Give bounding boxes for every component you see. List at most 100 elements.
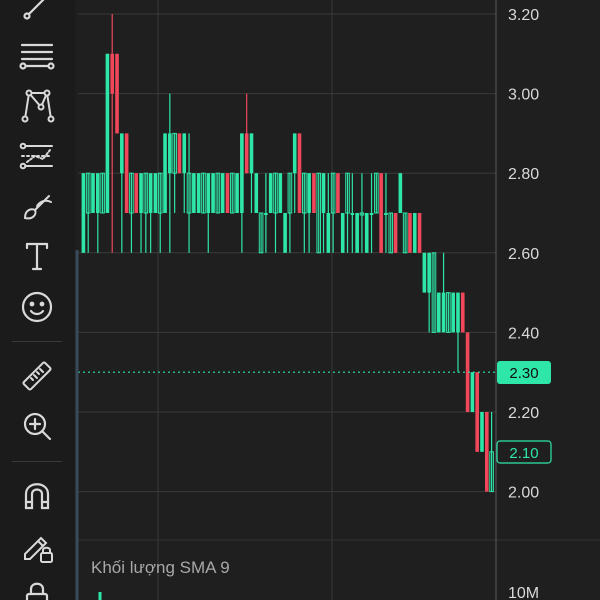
candle-body xyxy=(470,372,475,412)
candle xyxy=(278,173,283,213)
price-chart[interactable]: 3.20 3.00 2.80 2.60 2.40 2.20 2.00 2.30 2.10 1… xyxy=(0,0,600,600)
candle xyxy=(177,133,182,174)
trend-line-tool[interactable] xyxy=(12,0,62,26)
candle xyxy=(460,292,465,333)
candle-body xyxy=(350,213,355,215)
candle-body xyxy=(384,213,388,215)
candle xyxy=(355,213,359,253)
candle xyxy=(422,252,427,293)
candle xyxy=(441,252,446,333)
candle-body xyxy=(393,213,398,253)
candle xyxy=(240,133,244,253)
candle xyxy=(427,252,431,333)
candle xyxy=(105,53,110,213)
candle-body xyxy=(292,133,297,174)
candle xyxy=(100,172,105,214)
candle xyxy=(446,292,451,333)
candle xyxy=(96,173,100,253)
candle xyxy=(254,173,259,213)
zoom-in-tool[interactable] xyxy=(12,406,62,446)
candle-body xyxy=(307,173,311,213)
brush-icon xyxy=(23,195,52,220)
drawing-toolbar xyxy=(0,0,75,600)
candle-body xyxy=(408,213,412,253)
price-tick-label: 2.80 xyxy=(508,166,539,183)
candle xyxy=(393,213,398,253)
candle-body xyxy=(211,173,215,213)
fib-lines-tool[interactable] xyxy=(12,35,62,75)
candle-body xyxy=(134,173,139,213)
forecast-tool[interactable] xyxy=(12,136,62,176)
candle xyxy=(312,173,316,213)
candle xyxy=(292,133,297,213)
candle-body xyxy=(153,173,158,213)
candle xyxy=(345,172,350,253)
candle-body xyxy=(225,173,230,213)
candle-body xyxy=(91,173,95,213)
pattern-tool[interactable] xyxy=(12,85,62,125)
ruler-icon xyxy=(22,361,52,391)
candle xyxy=(408,213,412,253)
magnet-tool[interactable] xyxy=(12,476,62,516)
candle-body xyxy=(124,133,129,213)
candle-body xyxy=(105,53,110,213)
candle xyxy=(163,133,167,213)
candle xyxy=(384,173,388,253)
candle xyxy=(359,173,365,253)
lock-drawing-tool[interactable] xyxy=(12,526,62,566)
brush-tool[interactable] xyxy=(12,186,62,226)
candle xyxy=(196,173,201,213)
candle-body xyxy=(456,292,460,333)
candle-body xyxy=(115,53,119,134)
candle-body xyxy=(249,133,254,174)
candle xyxy=(451,292,455,333)
candle-body xyxy=(412,213,417,253)
candle-body xyxy=(264,213,268,215)
candle xyxy=(470,372,475,412)
candle xyxy=(369,173,374,253)
price-tick-label: 2.40 xyxy=(508,325,539,342)
text-tool[interactable] xyxy=(12,236,62,276)
candle xyxy=(268,173,273,213)
candle-body xyxy=(436,292,441,333)
candle-body xyxy=(278,173,283,213)
price-tick-label: 2.00 xyxy=(508,485,539,502)
candle xyxy=(129,172,134,253)
candle xyxy=(307,173,311,253)
candle-body xyxy=(196,173,201,213)
candle xyxy=(402,212,408,254)
candle-body xyxy=(297,133,302,213)
toolbar-divider xyxy=(12,461,62,462)
current-price-value: 2.10 xyxy=(509,445,538,462)
candle-body xyxy=(254,173,259,213)
candle xyxy=(412,213,417,253)
candle xyxy=(110,14,115,253)
lock-tool[interactable] xyxy=(12,576,62,600)
candle xyxy=(186,133,192,253)
candle xyxy=(172,132,177,213)
toolbar-divider xyxy=(12,341,62,342)
grid xyxy=(78,0,496,600)
candle-body xyxy=(163,133,167,213)
candle xyxy=(157,172,163,253)
price-axis[interactable]: 3.20 3.00 2.80 2.60 2.40 2.20 2.00 xyxy=(508,7,539,502)
volume-legend[interactable]: Khối lượng SMA 9 xyxy=(91,558,230,578)
candle xyxy=(182,133,187,213)
emoji-tool[interactable] xyxy=(12,287,62,327)
candle xyxy=(340,213,345,253)
candle xyxy=(258,212,264,254)
candle-body xyxy=(148,173,153,213)
candle xyxy=(220,173,225,213)
fib-lines-icon xyxy=(19,43,55,70)
candle xyxy=(91,173,95,213)
candle-body xyxy=(96,173,100,213)
candle xyxy=(326,173,331,253)
pattern-icon xyxy=(21,89,55,123)
candle xyxy=(283,213,287,253)
candle xyxy=(388,212,394,254)
candle-body xyxy=(460,292,465,333)
measure-tool[interactable] xyxy=(12,356,62,396)
magnet-icon xyxy=(24,483,50,510)
reference-price-value: 2.30 xyxy=(509,365,538,382)
chart-app: 3.20 3.00 2.80 2.60 2.40 2.20 2.00 2.30 2.10 1… xyxy=(0,0,600,600)
